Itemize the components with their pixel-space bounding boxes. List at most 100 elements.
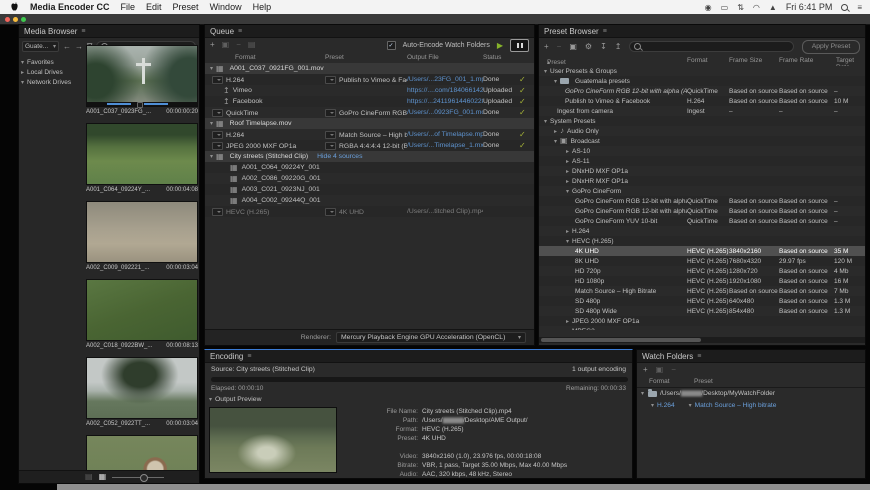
spotlight-search-icon[interactable] xyxy=(841,4,848,11)
queue-output-row[interactable]: H.264 Match Source – High bitr... /Users… xyxy=(205,129,534,140)
eject-icon[interactable]: ▲ xyxy=(769,3,777,12)
encoding-tab[interactable]: Encoding ≡ xyxy=(205,350,632,363)
output-file-link[interactable]: /Users/...of Timelapse.mp4 xyxy=(407,131,483,138)
output-preset[interactable]: Publish to Vimeo & Face... xyxy=(339,76,407,83)
slider-knob[interactable] xyxy=(140,474,148,482)
clip-thumbnail[interactable] xyxy=(86,45,198,107)
preset-category-row[interactable]: ▸♪Audio Only xyxy=(539,126,865,136)
preset-row[interactable]: GoPro CineForm YUV 10-bit QuickTimeBased… xyxy=(539,216,865,226)
queue-upload-row[interactable]: ↥Vimeo https://....com/184066142 Uploade… xyxy=(205,85,534,96)
menu-edit[interactable]: Edit xyxy=(146,2,162,12)
media-clip[interactable] xyxy=(86,435,198,471)
queue-source-row[interactable]: ▦A003_C021_0923NJ_001 xyxy=(205,184,534,195)
delete-preset-icon[interactable]: − xyxy=(557,43,562,51)
output-file-link[interactable]: /Users/...0923FG_001.mov xyxy=(407,109,483,116)
menu-window[interactable]: Window xyxy=(210,2,242,12)
zoom-button[interactable] xyxy=(21,17,26,22)
chevron-down-icon[interactable]: ▾ xyxy=(544,68,547,75)
chevron-right-icon[interactable]: ▸ xyxy=(566,178,569,185)
media-clip[interactable]: A001_C037_0923FG_...00:00:00:20 xyxy=(86,45,198,117)
preset-row[interactable]: Publish to Vimeo & Facebook H.264Based o… xyxy=(539,96,865,106)
display-icon[interactable]: ▭ xyxy=(721,3,729,12)
watch-folders-tab[interactable]: Watch Folders ≡ xyxy=(637,350,865,363)
pause-queue-button[interactable] xyxy=(510,39,529,52)
queue-upload-row[interactable]: ↥Facebook https://...241196144602283 Upl… xyxy=(205,96,534,107)
preset-row[interactable]: HD 720p HEVC (H.265)1280x720Based on sou… xyxy=(539,266,865,276)
create-preset-icon[interactable]: + xyxy=(544,43,549,51)
tree-item-local-drives[interactable]: ▸ Local Drives xyxy=(21,67,85,77)
media-clip[interactable]: A001_C064_09224Y_...00:00:04:08 xyxy=(86,123,198,195)
preset-category-row[interactable]: ▸AS-11 xyxy=(539,156,865,166)
queue-output-row[interactable]: H.264 Publish to Vimeo & Face... /Users/… xyxy=(205,74,534,85)
upload-destination[interactable]: Vimeo xyxy=(233,87,252,94)
preset-row[interactable]: 8K UHD HEVC (H.265)7680x432029.97 fps120… xyxy=(539,256,865,266)
scrub-bar[interactable] xyxy=(87,102,197,106)
preset-category-row[interactable]: ▾▣Broadcast xyxy=(539,136,865,146)
output-format[interactable]: H.264 xyxy=(226,131,244,138)
wifi-icon[interactable]: ◠ xyxy=(753,3,760,12)
chevron-right-icon[interactable]: ▸ xyxy=(566,148,569,155)
output-format[interactable]: H.264 xyxy=(226,76,244,83)
format-chip-icon[interactable] xyxy=(212,142,223,150)
output-format[interactable]: JPEG 2000 MXF OP1a xyxy=(226,142,296,149)
auto-encode-checkbox[interactable]: ✓ xyxy=(387,41,396,50)
new-group-icon[interactable]: ▣ xyxy=(569,43,577,51)
add-watch-folder-icon[interactable]: + xyxy=(643,366,648,374)
output-file-link[interactable]: https://...241196144602283 xyxy=(407,98,483,105)
format-chip-icon[interactable] xyxy=(212,109,223,117)
duplicate-icon[interactable]: ▣ xyxy=(222,41,230,49)
renderer-dropdown[interactable]: Mercury Playback Engine GPU Acceleration… xyxy=(336,332,526,343)
chevron-down-icon[interactable]: ▾ xyxy=(210,120,213,127)
preset-row[interactable]: SD 480p HEVC (H.265)640x480Based on sour… xyxy=(539,296,865,306)
preset-group-row[interactable]: ▾Guatemala presets xyxy=(539,76,865,86)
tree-item-favorites[interactable]: ▾ Favorites xyxy=(21,57,85,67)
preset-category-row[interactable]: ▸MPEG2 xyxy=(539,326,865,330)
queue-source-row[interactable]: ▦A004_C002_09244Q_001 xyxy=(205,195,534,206)
output-preset[interactable]: GoPro CineForm RGB 12... xyxy=(339,109,407,116)
preset-chip-icon[interactable] xyxy=(325,142,336,150)
preset-row[interactable]: GoPro CineForm RGB 12-bit with alpha... … xyxy=(539,206,865,216)
preset-category-row[interactable]: ▸AS-10 xyxy=(539,146,865,156)
output-preset[interactable]: RGBA 4:4:4:4 12-bit (BC... xyxy=(339,142,407,149)
chevron-down-icon[interactable]: ▾ xyxy=(554,78,557,85)
chevron-right-icon[interactable]: ▸ xyxy=(566,158,569,165)
preset-row[interactable]: GoPro CineForm RGB 12-bit with alpha Qui… xyxy=(539,196,865,206)
export-preset-icon[interactable]: ↥ xyxy=(615,43,622,51)
close-button[interactable] xyxy=(5,17,10,22)
queue-output-row[interactable]: JPEG 2000 MXF OP1a RGBA 4:4:4:4 12-bit (… xyxy=(205,140,534,151)
chevron-down-icon[interactable]: ▾ xyxy=(651,402,654,409)
menu-file[interactable]: File xyxy=(121,2,136,12)
chevron-right-icon[interactable]: ▸ xyxy=(554,128,557,135)
tree-item-network-drives[interactable]: ▾ Network Drives xyxy=(21,77,85,87)
chevron-down-icon[interactable]: ▾ xyxy=(566,238,569,245)
preset-category-row[interactable]: ▸JPEG 2000 MXF OP1a xyxy=(539,316,865,326)
menu-help[interactable]: Help xyxy=(253,2,272,12)
watch-format[interactable]: H.264 xyxy=(657,402,675,409)
preset-section-row[interactable]: ▾System Presets xyxy=(539,116,865,126)
chevron-down-icon[interactable]: ▾ xyxy=(641,390,644,397)
back-icon[interactable]: ← xyxy=(63,43,71,51)
output-preset[interactable]: Match Source – High bitr... xyxy=(339,131,407,138)
apple-icon[interactable] xyxy=(10,2,19,12)
queue-tab[interactable]: Queue ≡ xyxy=(205,25,534,38)
output-file-link[interactable]: /Users/...23FG_001_1.mp4 xyxy=(407,76,483,83)
queue-source-row[interactable]: ▦A002_C086_09220G_001 xyxy=(205,173,534,184)
media-clip[interactable]: A002_C009_092221_...00:00:03:04 xyxy=(86,201,198,273)
chevron-down-icon[interactable]: ▾ xyxy=(210,153,213,160)
panel-menu-icon[interactable]: ≡ xyxy=(238,28,242,35)
start-queue-icon[interactable]: ▶ xyxy=(497,41,503,50)
horizontal-scrollbar[interactable] xyxy=(539,337,865,343)
source-dropdown[interactable]: Guate... ▾ xyxy=(22,41,59,52)
chevron-right-icon[interactable]: ▸ xyxy=(566,318,569,325)
queue-source-row[interactable]: ▦A001_C064_09224Y_001 xyxy=(205,162,534,173)
queue-job-row[interactable]: ▾ ▦ Roof Timelapse.mov xyxy=(205,118,534,129)
format-chip-icon[interactable] xyxy=(212,76,223,84)
preset-chip-icon[interactable] xyxy=(325,131,336,139)
chevron-down-icon[interactable]: ▾ xyxy=(209,396,212,403)
preset-row[interactable]: HD 1080p HEVC (H.265)1920x1080Based on s… xyxy=(539,276,865,286)
chevron-right-icon[interactable]: ▸ xyxy=(566,168,569,175)
preset-row[interactable]: GoPro CineForm RGB 12-bit with alpha (Al… xyxy=(539,86,865,96)
chevron-right-icon[interactable]: ▸ xyxy=(566,228,569,235)
remove-icon[interactable]: − xyxy=(236,41,241,49)
preset-chip-icon[interactable] xyxy=(325,109,336,117)
